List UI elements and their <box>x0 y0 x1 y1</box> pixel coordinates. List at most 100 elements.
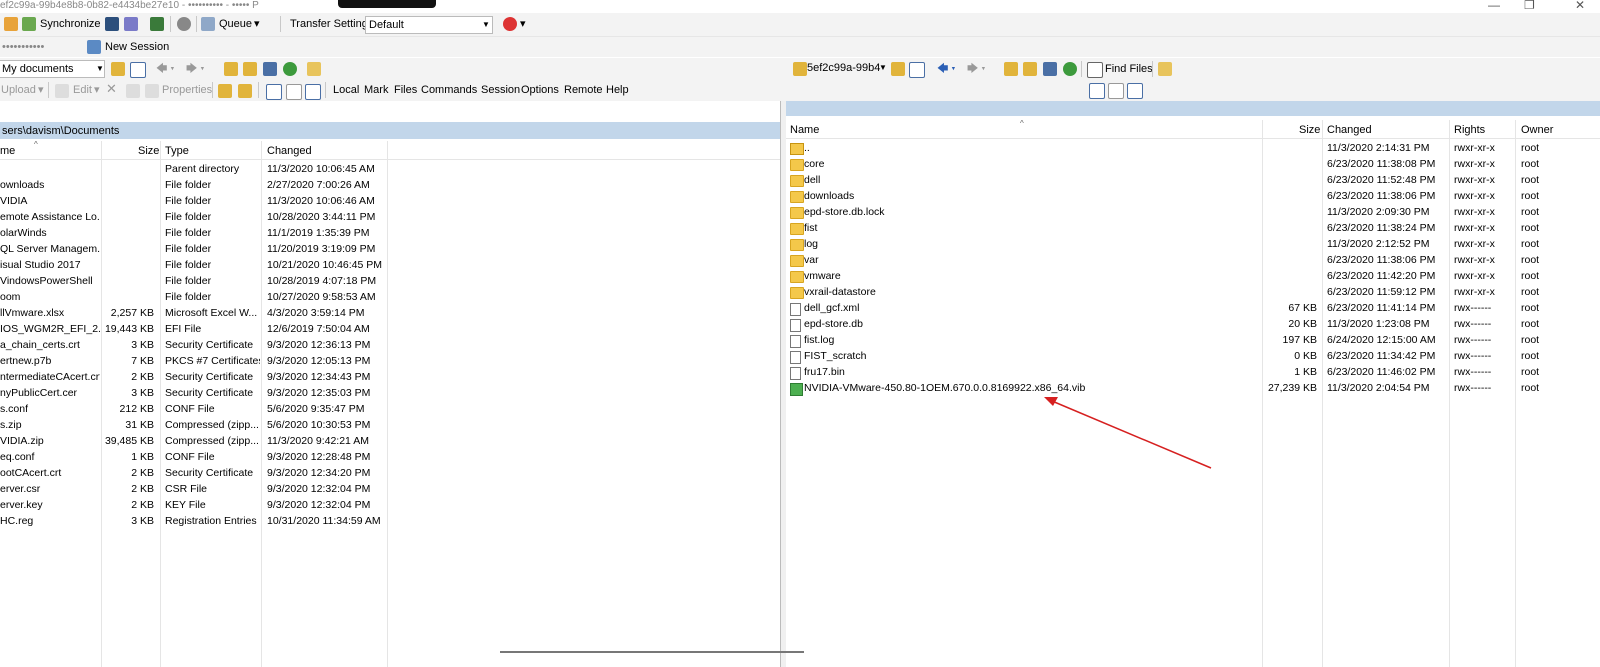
table-row[interactable]: isual Studio 2017 File folder 10/21/2020 1… <box>0 257 780 273</box>
table-row[interactable]: s.zip 31 KB Compressed (zipp... 5/6/2020 10… <box>0 417 780 433</box>
table-row[interactable]: vmware 6/23/2020 11:42:20 PM rwxr-xr-x root <box>786 268 1600 284</box>
close-icon[interactable]: ✕ <box>1575 0 1585 12</box>
forward-icon[interactable]: 🡆 ▾ <box>967 62 986 76</box>
table-row[interactable]: fru17.bin 1 KB 6/23/2020 11:46:02 PM rwx---… <box>786 364 1600 380</box>
menu-options[interactable]: Options <box>521 83 559 97</box>
table-row[interactable]: ownloads File folder 2/27/2020 7:00:26 AM <box>0 177 780 193</box>
gear-icon[interactable] <box>177 17 191 31</box>
table-row[interactable]: fist.log 197 KB 6/24/2020 12:15:00 AM rwx--… <box>786 332 1600 348</box>
menu-local[interactable]: Local <box>333 83 359 97</box>
table-row[interactable]: VindowsPowerShell File folder 10/28/2019 4… <box>0 273 780 289</box>
queue-button[interactable]: Queue <box>219 17 252 31</box>
table-row[interactable]: nyPublicCert.cer 3 KB Security Certificate… <box>0 385 780 401</box>
local-browse-icon[interactable] <box>4 17 18 31</box>
root-dir-icon[interactable] <box>243 62 257 76</box>
putty-icon[interactable] <box>124 17 138 31</box>
filter-icon[interactable] <box>305 84 321 100</box>
parent-dir-icon[interactable] <box>224 62 238 76</box>
table-row[interactable]: HC.reg 3 KB Registration Entries 10/31/2020… <box>0 513 780 529</box>
table-row[interactable]: .. 11/3/2020 2:14:31 PM rwxr-xr-x root <box>786 140 1600 156</box>
chevron-down-icon[interactable]: ▾ <box>94 83 100 97</box>
remote-sync-icon[interactable] <box>503 17 517 31</box>
table-row[interactable]: eq.conf 1 KB CONF File 9/3/2020 12:28:48 PM <box>0 449 780 465</box>
chevron-down-icon[interactable]: ▾ <box>254 17 260 31</box>
new-folder-icon[interactable] <box>218 84 232 98</box>
root-dir-icon[interactable] <box>1023 62 1037 76</box>
tree-icon[interactable] <box>307 62 321 76</box>
table-row[interactable]: IOS_WGM2R_EFI_2.4... 19,443 KB EFI File 12/… <box>0 321 780 337</box>
table-row[interactable]: dell_gcf.xml 67 KB 6/23/2020 11:41:14 PM rw… <box>786 300 1600 316</box>
column-owner[interactable]: Owner <box>1521 123 1553 137</box>
table-row[interactable]: ntermediateCAcert.crt 2 KB Security Certif… <box>0 369 780 385</box>
upload-button[interactable]: Upload <box>1 83 36 97</box>
column-type[interactable]: Type <box>165 144 189 158</box>
home-icon[interactable] <box>263 62 277 76</box>
open-folder-icon[interactable] <box>111 62 125 76</box>
table-row[interactable]: llVmware.xlsx 2,257 KB Microsoft Excel W..… <box>0 305 780 321</box>
table-row[interactable]: var 6/23/2020 11:38:06 PM rwxr-xr-x root <box>786 252 1600 268</box>
table-row[interactable]: downloads 6/23/2020 11:38:06 PM rwxr-xr-x r… <box>786 188 1600 204</box>
table-row[interactable]: core 6/23/2020 11:38:08 PM rwxr-xr-x root <box>786 156 1600 172</box>
menu-help[interactable]: Help <box>606 83 629 97</box>
properties-button[interactable]: Properties <box>162 83 212 97</box>
open-folder-icon[interactable] <box>891 62 905 76</box>
new-file-icon[interactable] <box>238 84 252 98</box>
table-row[interactable]: Parent directory 11/3/2020 10:06:45 AM <box>0 161 780 177</box>
parent-dir-icon[interactable] <box>1004 62 1018 76</box>
local-location-select[interactable]: My documents ▼ <box>0 60 105 78</box>
column-name[interactable]: me <box>0 144 15 158</box>
filter-icon[interactable] <box>909 62 925 78</box>
compare-icon[interactable] <box>150 17 164 31</box>
table-row[interactable]: vxrail-datastore 6/23/2020 11:59:12 PM rwx… <box>786 284 1600 300</box>
edit-button[interactable]: Edit <box>73 83 92 97</box>
transfer-settings-select[interactable]: Default ▼ <box>365 16 493 34</box>
menu-mark[interactable]: Mark <box>364 83 388 97</box>
table-row[interactable]: fist 6/23/2020 11:38:24 PM rwxr-xr-x root <box>786 220 1600 236</box>
forward-icon[interactable]: 🡆 ▾ <box>186 62 205 76</box>
table-row[interactable]: ertnew.p7b 7 KB PKCS #7 Certificates 9/3/20… <box>0 353 780 369</box>
table-row[interactable]: ootCAcert.crt 2 KB Security Certificate 9/3… <box>0 465 780 481</box>
column-rights[interactable]: Rights <box>1454 123 1485 137</box>
column-name[interactable]: Name <box>790 123 819 137</box>
table-row[interactable]: epd-store.db.lock 11/3/2020 2:09:30 PM rwx… <box>786 204 1600 220</box>
chevron-down-icon[interactable]: ▾ <box>520 17 526 31</box>
remote-location-select[interactable]: 5ef2c99a-99b4 ▼ <box>805 60 887 76</box>
back-icon[interactable]: 🡄 ▾ <box>156 62 175 76</box>
synchronize-button[interactable]: Synchronize <box>40 17 101 31</box>
table-row[interactable]: dell 6/23/2020 11:52:48 PM rwxr-xr-x root <box>786 172 1600 188</box>
table-row[interactable]: erver.csr 2 KB CSR File 9/3/2020 12:32:04 P… <box>0 481 780 497</box>
select-all-icon[interactable] <box>266 84 282 100</box>
tree-icon[interactable] <box>1158 62 1172 76</box>
minimize-icon[interactable]: — <box>1488 0 1500 12</box>
new-session-tab[interactable]: New Session <box>105 40 169 54</box>
column-changed[interactable]: Changed <box>267 144 312 158</box>
menu-commands[interactable]: Commands <box>421 83 477 97</box>
table-row[interactable]: oom File folder 10/27/2020 9:58:53 AM <box>0 289 780 305</box>
rename-icon[interactable] <box>126 84 140 98</box>
filter-icon[interactable] <box>130 62 146 78</box>
horizontal-scrollbar[interactable] <box>500 651 804 653</box>
table-row[interactable]: QL Server Managem... File folder 11/20/201… <box>0 241 780 257</box>
column-size[interactable]: Size <box>1299 123 1320 137</box>
table-row[interactable]: VIDIA.zip 39,485 KB Compressed (zipp... 11/… <box>0 433 780 449</box>
column-changed[interactable]: Changed <box>1327 123 1372 137</box>
table-row[interactable]: erver.key 2 KB KEY File 9/3/2020 12:32:04 P… <box>0 497 780 513</box>
unselect-icon[interactable] <box>1108 83 1124 99</box>
column-size[interactable]: Size <box>138 144 159 158</box>
refresh-icon[interactable] <box>283 62 297 76</box>
refresh-icon[interactable] <box>1063 62 1077 76</box>
console-icon[interactable] <box>105 17 119 31</box>
table-row[interactable]: a_chain_certs.crt 3 KB Security Certificat… <box>0 337 780 353</box>
table-row[interactable]: olarWinds File folder 11/1/2019 1:35:39 PM <box>0 225 780 241</box>
chevron-down-icon[interactable]: ▾ <box>38 83 44 97</box>
back-icon[interactable]: 🡄 ▾ <box>937 62 956 76</box>
find-files-button[interactable]: Find Files <box>1105 62 1153 76</box>
session-tab[interactable]: ••••••••••• <box>2 40 44 54</box>
home-icon[interactable] <box>1043 62 1057 76</box>
table-row[interactable]: epd-store.db 20 KB 11/3/2020 1:23:08 PM rwx… <box>786 316 1600 332</box>
table-row[interactable]: log 11/3/2020 2:12:52 PM rwxr-xr-x root <box>786 236 1600 252</box>
filter-icon[interactable] <box>1127 83 1143 99</box>
menu-remote[interactable]: Remote <box>564 83 603 97</box>
select-all-icon[interactable] <box>1089 83 1105 99</box>
table-row[interactable]: FIST_scratch 0 KB 6/23/2020 11:34:42 PM rwx… <box>786 348 1600 364</box>
